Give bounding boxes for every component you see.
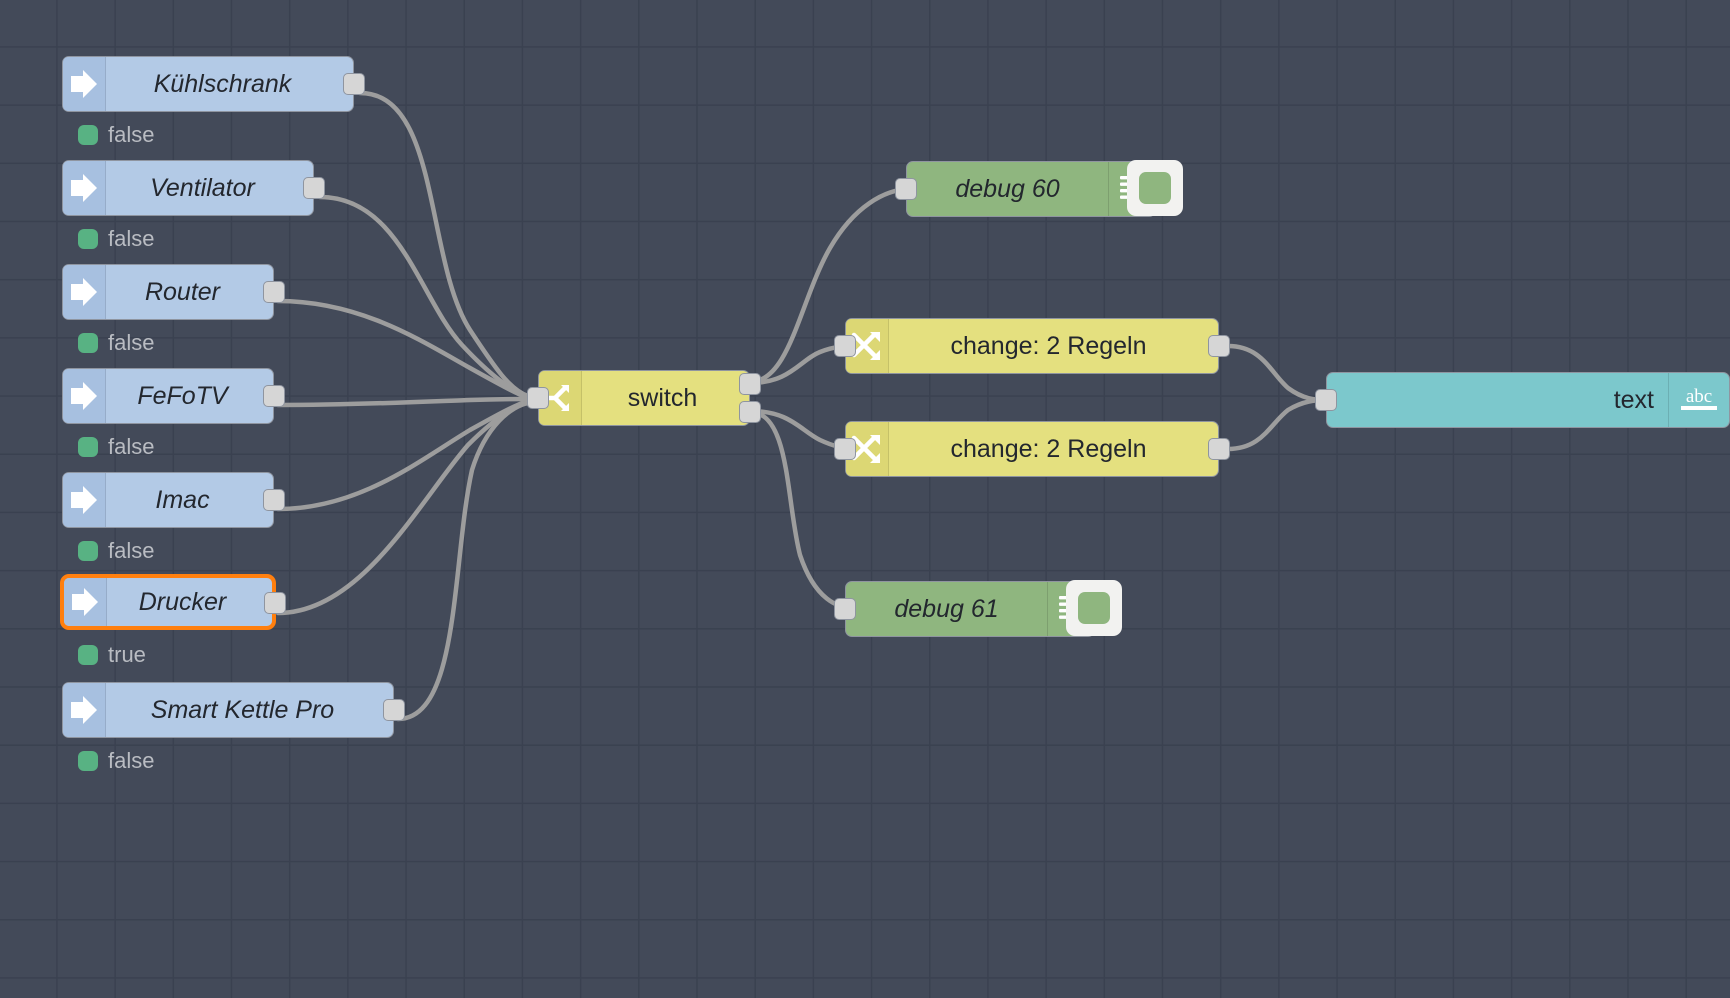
input-port[interactable] bbox=[527, 387, 549, 409]
inject-arrow-icon bbox=[63, 265, 106, 319]
status-text: false bbox=[108, 226, 155, 251]
wire-change1-text bbox=[1225, 343, 1329, 403]
inject-arrow-icon bbox=[64, 578, 107, 626]
output-port[interactable] bbox=[263, 385, 285, 407]
inject-arrow-icon bbox=[63, 161, 106, 215]
text-node[interactable]: text abc bbox=[1315, 372, 1730, 428]
node-status-kuehlschrank: false bbox=[78, 122, 154, 148]
node-label: text bbox=[1613, 385, 1654, 414]
inject-arrow-icon bbox=[63, 369, 106, 423]
status-dot bbox=[78, 645, 98, 665]
node-label: change: 2 Regeln bbox=[950, 434, 1147, 463]
output-port[interactable] bbox=[264, 592, 286, 614]
node-label: FeFoTV bbox=[137, 381, 228, 410]
input-port[interactable] bbox=[1315, 389, 1337, 411]
status-dot bbox=[78, 333, 98, 353]
node-label: debug 60 bbox=[955, 174, 1060, 203]
wire-change2-text bbox=[1225, 397, 1329, 452]
status-text: false bbox=[108, 748, 155, 773]
input-port[interactable] bbox=[895, 178, 917, 200]
wire-router-switch bbox=[275, 298, 531, 401]
node-label: switch bbox=[627, 383, 698, 412]
node-label: Smart Kettle Pro bbox=[150, 695, 335, 724]
node-status-drucker: true bbox=[78, 642, 146, 668]
node-label: Imac bbox=[155, 485, 210, 514]
change-node-2[interactable]: change: 2 Regeln bbox=[834, 421, 1230, 477]
input-port[interactable] bbox=[834, 438, 856, 460]
debug-toggle-button[interactable] bbox=[1127, 160, 1183, 216]
inject-arrow-icon bbox=[63, 683, 106, 737]
abc-icon: abc bbox=[1668, 373, 1729, 427]
wire-fefotv-switch bbox=[275, 396, 531, 408]
output-port[interactable] bbox=[1208, 438, 1230, 460]
status-dot bbox=[78, 437, 98, 457]
wire-drucker-switch bbox=[275, 399, 531, 616]
input-port[interactable] bbox=[834, 598, 856, 620]
inject-node-smart-kettle-pro[interactable]: Smart Kettle Pro bbox=[62, 682, 405, 738]
status-dot bbox=[78, 229, 98, 249]
svg-text:abc: abc bbox=[1686, 386, 1712, 407]
node-label: Router bbox=[144, 277, 221, 306]
debug-toggle-button[interactable] bbox=[1066, 580, 1122, 636]
change-node-1[interactable]: change: 2 Regeln bbox=[834, 318, 1230, 374]
status-dot bbox=[78, 125, 98, 145]
switch-node[interactable]: switch bbox=[527, 370, 761, 426]
status-text: true bbox=[108, 642, 146, 667]
node-status-router: false bbox=[78, 330, 154, 356]
inject-node-imac[interactable]: Imac bbox=[62, 472, 285, 528]
inject-node-fefotv[interactable]: FeFoTV bbox=[62, 368, 285, 424]
status-text: false bbox=[108, 122, 155, 147]
wire-imac-switch bbox=[275, 398, 531, 512]
status-text: false bbox=[108, 434, 155, 459]
output-port[interactable] bbox=[343, 73, 365, 95]
inject-node-drucker[interactable]: Drucker bbox=[60, 574, 286, 630]
status-text: false bbox=[108, 538, 155, 563]
node-label: Kühlschrank bbox=[153, 69, 292, 98]
node-status-imac: false bbox=[78, 538, 154, 564]
inject-arrow-icon bbox=[63, 473, 106, 527]
inject-node-kuehlschrank[interactable]: Kühlschrank bbox=[62, 56, 365, 112]
output-port[interactable] bbox=[263, 281, 285, 303]
wire-smartkettle-switch bbox=[395, 400, 531, 722]
debug-node-60[interactable]: debug 60 bbox=[895, 160, 1183, 217]
node-label: Drucker bbox=[138, 587, 227, 616]
output-port[interactable] bbox=[303, 177, 325, 199]
output-port[interactable] bbox=[383, 699, 405, 721]
node-status-ventilator: false bbox=[78, 226, 154, 252]
inject-arrow-icon bbox=[63, 57, 106, 111]
wire-kuehlschrank-switch bbox=[357, 90, 531, 399]
node-label: Ventilator bbox=[150, 173, 255, 202]
node-label: change: 2 Regeln bbox=[950, 331, 1147, 360]
wire-ventilator-switch bbox=[317, 194, 531, 400]
inject-node-router[interactable]: Router bbox=[62, 264, 285, 320]
node-status-smart-kettle-pro: false bbox=[78, 748, 154, 774]
input-port[interactable] bbox=[834, 335, 856, 357]
status-dot bbox=[78, 751, 98, 771]
debug-node-61[interactable]: debug 61 bbox=[834, 580, 1122, 637]
output-port[interactable] bbox=[263, 489, 285, 511]
flow-canvas[interactable]: Kühlschrank false Ventilator false Route… bbox=[0, 0, 1730, 998]
output-port[interactable] bbox=[1208, 335, 1230, 357]
status-dot bbox=[78, 541, 98, 561]
inject-node-ventilator[interactable]: Ventilator bbox=[62, 160, 325, 216]
node-label: debug 61 bbox=[894, 594, 999, 623]
status-text: false bbox=[108, 330, 155, 355]
output-port-1[interactable] bbox=[739, 373, 761, 395]
node-status-fefotv: false bbox=[78, 434, 154, 460]
output-port-2[interactable] bbox=[739, 401, 761, 423]
